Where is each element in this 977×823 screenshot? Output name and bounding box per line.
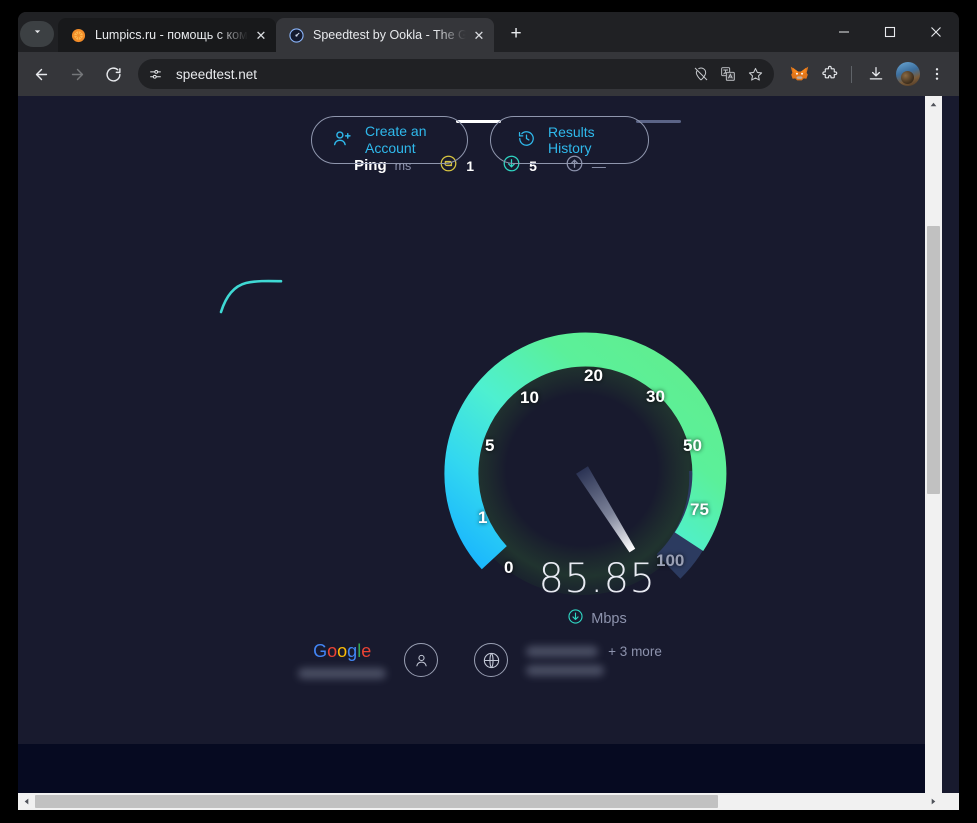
download-speed-curve bbox=[219, 279, 283, 314]
tab-close-button[interactable]: ✕ bbox=[470, 26, 488, 44]
browser-window: Lumpics.ru - помощь с компьют ✕ Speedtes… bbox=[18, 12, 959, 810]
maximize-button[interactable] bbox=[867, 12, 913, 52]
tab-strip: Lumpics.ru - помощь с компьют ✕ Speedtes… bbox=[18, 12, 959, 52]
globe-icon[interactable] bbox=[474, 643, 509, 677]
person-icon[interactable] bbox=[404, 643, 439, 677]
site-settings-icon[interactable] bbox=[143, 62, 167, 86]
server-more-label[interactable]: + 3 more bbox=[608, 644, 662, 659]
tab-search-button[interactable] bbox=[20, 21, 54, 47]
speed-gauge: 0 1 5 10 20 30 50 75 100 85.85 Mbps bbox=[432, 322, 762, 627]
results-history-button[interactable]: Results History bbox=[490, 116, 649, 164]
scroll-up-arrow[interactable] bbox=[925, 96, 942, 113]
bookmark-star-icon[interactable] bbox=[742, 61, 768, 87]
scroll-left-arrow[interactable] bbox=[18, 793, 35, 810]
horizontal-scrollbar[interactable] bbox=[18, 793, 959, 810]
gauge-tick-20: 20 bbox=[584, 366, 603, 385]
cta-row: Create an Account Results History bbox=[18, 116, 942, 164]
isp-block: Google bbox=[298, 641, 387, 679]
lower-band bbox=[18, 744, 942, 793]
speed-reading: 85.85 bbox=[538, 556, 656, 602]
address-bar[interactable]: speedtest.net bbox=[138, 59, 774, 89]
downloads-icon[interactable] bbox=[862, 60, 890, 88]
download-arrow-icon bbox=[567, 608, 584, 630]
browser-tab-lumpics[interactable]: Lumpics.ru - помощь с компьют ✕ bbox=[58, 18, 276, 52]
metamask-fox-icon[interactable] bbox=[785, 60, 813, 88]
server-location-masked bbox=[526, 665, 605, 676]
browser-toolbar: speedtest.net bbox=[18, 52, 959, 96]
page-viewport: Ping ms 1 5 — 0 1 5 10 20 30 50 75 100 8… bbox=[18, 96, 959, 810]
vertical-scroll-thumb[interactable] bbox=[927, 226, 940, 494]
create-account-label: Create an Account bbox=[365, 123, 426, 158]
scroll-right-arrow[interactable] bbox=[925, 793, 942, 810]
gauge-tick-1: 1 bbox=[478, 508, 488, 527]
toolbar-divider bbox=[851, 65, 852, 83]
new-tab-button[interactable]: + bbox=[502, 20, 530, 48]
tab-title: Lumpics.ru - помощь с компьют bbox=[95, 28, 248, 42]
speed-unit-row: Mbps bbox=[432, 608, 762, 630]
location-blocked-icon[interactable] bbox=[688, 61, 714, 87]
translate-icon[interactable] bbox=[715, 61, 741, 87]
three-dot-menu-icon[interactable] bbox=[923, 60, 951, 88]
url-text[interactable]: speedtest.net bbox=[176, 67, 687, 82]
horizontal-scroll-thumb[interactable] bbox=[35, 795, 718, 808]
server-block: + 3 more bbox=[526, 644, 662, 676]
close-button[interactable] bbox=[913, 12, 959, 52]
create-account-line2: Account bbox=[365, 140, 416, 156]
create-account-button[interactable]: Create an Account bbox=[311, 116, 468, 164]
server-top-row: + 3 more bbox=[526, 644, 662, 659]
scrollbar-corner bbox=[942, 793, 959, 810]
speedtest-gauge-icon bbox=[288, 27, 304, 43]
orange-fruit-icon bbox=[70, 27, 86, 43]
results-history-label: Results History bbox=[548, 124, 595, 156]
server-name-masked bbox=[526, 646, 599, 657]
gauge-tick-50: 50 bbox=[683, 436, 702, 455]
isp-name: Google bbox=[313, 641, 372, 661]
reload-icon[interactable] bbox=[98, 59, 128, 89]
gauge-tick-5: 5 bbox=[485, 436, 495, 455]
create-account-line1: Create an bbox=[365, 122, 427, 139]
forward-arrow-icon[interactable] bbox=[62, 59, 92, 89]
connection-info-row: Google + 3 more bbox=[18, 641, 942, 679]
history-clock-icon bbox=[517, 129, 536, 151]
tab-close-button[interactable]: ✕ bbox=[252, 26, 270, 44]
vertical-scrollbar[interactable] bbox=[925, 96, 942, 793]
add-user-icon bbox=[332, 128, 353, 152]
profile-avatar[interactable] bbox=[896, 62, 920, 86]
isp-ip-masked bbox=[298, 668, 387, 679]
gauge-tick-10: 10 bbox=[520, 388, 539, 407]
speedtest-page: Ping ms 1 5 — 0 1 5 10 20 30 50 75 100 8… bbox=[18, 96, 942, 793]
extensions-puzzle-icon[interactable] bbox=[816, 60, 844, 88]
back-arrow-icon[interactable] bbox=[26, 59, 56, 89]
minimize-button[interactable] bbox=[821, 12, 867, 52]
window-controls bbox=[821, 12, 959, 52]
gauge-tick-30: 30 bbox=[646, 387, 665, 406]
speed-unit-label: Mbps bbox=[591, 611, 627, 627]
browser-tab-speedtest[interactable]: Speedtest by Ookla - The Globa ✕ bbox=[276, 18, 494, 52]
chevron-down-icon bbox=[31, 25, 44, 43]
gauge-tick-75: 75 bbox=[690, 500, 709, 519]
tab-title: Speedtest by Ookla - The Globa bbox=[313, 28, 466, 42]
